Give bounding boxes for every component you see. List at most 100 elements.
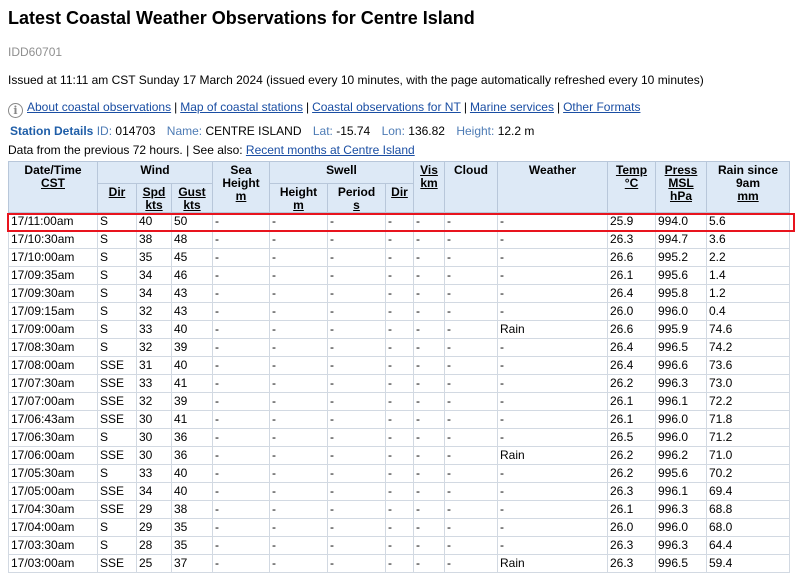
link-recent-months[interactable]: Recent months at Centre Island bbox=[246, 143, 415, 157]
cell-swell-dir: - bbox=[385, 500, 414, 519]
cell-temperature: 26.4 bbox=[607, 284, 656, 303]
station-height: 12.2 m bbox=[497, 124, 535, 138]
cell-wind-speed: 30 bbox=[136, 410, 172, 429]
cell-wind-gust: 43 bbox=[171, 284, 213, 303]
link-other-formats[interactable]: Other Formats bbox=[563, 100, 640, 114]
cell-cloud: - bbox=[444, 410, 498, 429]
cell-wind-gust: 50 bbox=[171, 212, 213, 231]
cell-swell-period: - bbox=[327, 554, 386, 573]
table-row: 17/11:00am S 40 50- - - - - - -25.9 994.0 5.6 bbox=[8, 212, 790, 231]
cell-sea-height: - bbox=[212, 446, 270, 465]
link-about-coastal-observations[interactable]: About coastal observations bbox=[27, 100, 171, 114]
link-coastal-observations-nt[interactable]: Coastal observations for NT bbox=[312, 100, 461, 114]
cell-wind-gust: 40 bbox=[171, 464, 213, 483]
cell-wind-gust: 48 bbox=[171, 230, 213, 249]
cell-swell-height: - bbox=[269, 482, 328, 501]
cell-weather: Rain bbox=[497, 446, 608, 465]
table-row: 17/10:30am S 38 48- - - - - - -26.3 994.7 3.6 bbox=[8, 230, 790, 249]
cell-swell-dir: - bbox=[385, 338, 414, 357]
cell-weather: - bbox=[497, 410, 608, 429]
table-row: 17/08:30am S 32 39- - - - - - -26.4 996.5 74.2 bbox=[8, 338, 790, 357]
station-name: CENTRE ISLAND bbox=[205, 124, 302, 138]
cell-datetime: 17/03:30am bbox=[8, 536, 98, 555]
cell-sea-height: - bbox=[212, 536, 270, 555]
cell-swell-height: - bbox=[269, 536, 328, 555]
cell-swell-dir: - bbox=[385, 446, 414, 465]
cell-wind-dir: SSE bbox=[97, 446, 137, 465]
cell-wind-speed: 32 bbox=[136, 302, 172, 321]
cell-cloud: - bbox=[444, 464, 498, 483]
cell-wind-speed: 32 bbox=[136, 392, 172, 411]
cell-datetime: 17/06:00am bbox=[8, 446, 98, 465]
table-row: 17/09:15am S 32 43- - - - - - -26.0 996.0 0.4 bbox=[8, 302, 790, 321]
cell-cloud: - bbox=[444, 230, 498, 249]
cell-rain: 64.4 bbox=[706, 536, 790, 555]
cell-cloud: - bbox=[444, 284, 498, 303]
cell-swell-height: - bbox=[269, 374, 328, 393]
cell-cloud: - bbox=[444, 248, 498, 267]
cell-temperature: 26.1 bbox=[607, 410, 656, 429]
cell-pressure: 996.0 bbox=[655, 518, 707, 537]
cell-swell-height: - bbox=[269, 302, 328, 321]
cell-wind-dir: S bbox=[97, 248, 137, 267]
cell-weather: Rain bbox=[497, 554, 608, 573]
cell-weather: - bbox=[497, 518, 608, 537]
cell-swell-dir: - bbox=[385, 518, 414, 537]
cell-sea-height: - bbox=[212, 554, 270, 573]
cell-datetime: 17/03:00am bbox=[8, 554, 98, 573]
cell-swell-period: - bbox=[327, 428, 386, 447]
cell-sea-height: - bbox=[212, 464, 270, 483]
cell-datetime: 17/10:00am bbox=[8, 248, 98, 267]
cell-swell-period: - bbox=[327, 392, 386, 411]
cell-temperature: 26.5 bbox=[607, 428, 656, 447]
cell-weather: - bbox=[497, 374, 608, 393]
cell-datetime: 17/08:00am bbox=[8, 356, 98, 375]
link-map-of-coastal-stations[interactable]: Map of coastal stations bbox=[180, 100, 303, 114]
cell-temperature: 26.1 bbox=[607, 392, 656, 411]
cell-wind-speed: 34 bbox=[136, 482, 172, 501]
cell-visibility: - bbox=[413, 392, 445, 411]
cell-sea-height: - bbox=[212, 500, 270, 519]
link-marine-services[interactable]: Marine services bbox=[470, 100, 554, 114]
cell-visibility: - bbox=[413, 356, 445, 375]
cell-visibility: - bbox=[413, 500, 445, 519]
cell-swell-height: - bbox=[269, 338, 328, 357]
cell-swell-height: - bbox=[269, 392, 328, 411]
cell-swell-period: - bbox=[327, 356, 386, 375]
cell-sea-height: - bbox=[212, 428, 270, 447]
table-row: 17/06:30am S 30 36- - - - - - -26.5 996.0 71.2 bbox=[8, 428, 790, 447]
cell-swell-height: - bbox=[269, 500, 328, 519]
header-wind-gust: Gust kts bbox=[171, 183, 213, 213]
cell-cloud: - bbox=[444, 554, 498, 573]
cell-wind-dir: SSE bbox=[97, 482, 137, 501]
cell-swell-period: - bbox=[327, 302, 386, 321]
cell-datetime: 17/05:00am bbox=[8, 482, 98, 501]
cell-pressure: 996.3 bbox=[655, 500, 707, 519]
cell-pressure: 996.6 bbox=[655, 356, 707, 375]
cell-swell-dir: - bbox=[385, 374, 414, 393]
cell-cloud: - bbox=[444, 428, 498, 447]
cell-visibility: - bbox=[413, 338, 445, 357]
header-datetime: Date/Time CST bbox=[8, 161, 98, 213]
station-lon-label: Lon: bbox=[381, 124, 405, 138]
cell-datetime: 17/10:30am bbox=[8, 230, 98, 249]
cell-wind-gust: 40 bbox=[171, 320, 213, 339]
cell-pressure: 996.1 bbox=[655, 482, 707, 501]
cell-wind-dir: S bbox=[97, 428, 137, 447]
cell-wind-dir: S bbox=[97, 338, 137, 357]
cell-swell-period: - bbox=[327, 536, 386, 555]
cell-swell-height: - bbox=[269, 518, 328, 537]
cell-swell-dir: - bbox=[385, 554, 414, 573]
link-separator: | bbox=[174, 100, 178, 114]
table-row: 17/09:35am S 34 46- - - - - - -26.1 995.6 1.4 bbox=[8, 266, 790, 285]
table-row: 17/05:30am S 33 40- - - - - - -26.2 995.6 70.2 bbox=[8, 464, 790, 483]
cell-wind-speed: 31 bbox=[136, 356, 172, 375]
cell-visibility: - bbox=[413, 446, 445, 465]
issued-text: Issued at 11:11 am CST Sunday 17 March 2… bbox=[8, 73, 704, 87]
station-name-label: Name: bbox=[166, 124, 203, 138]
cell-swell-height: - bbox=[269, 212, 328, 231]
cell-visibility: - bbox=[413, 374, 445, 393]
cell-wind-gust: 41 bbox=[171, 374, 213, 393]
cell-swell-height: - bbox=[269, 230, 328, 249]
cell-sea-height: - bbox=[212, 392, 270, 411]
